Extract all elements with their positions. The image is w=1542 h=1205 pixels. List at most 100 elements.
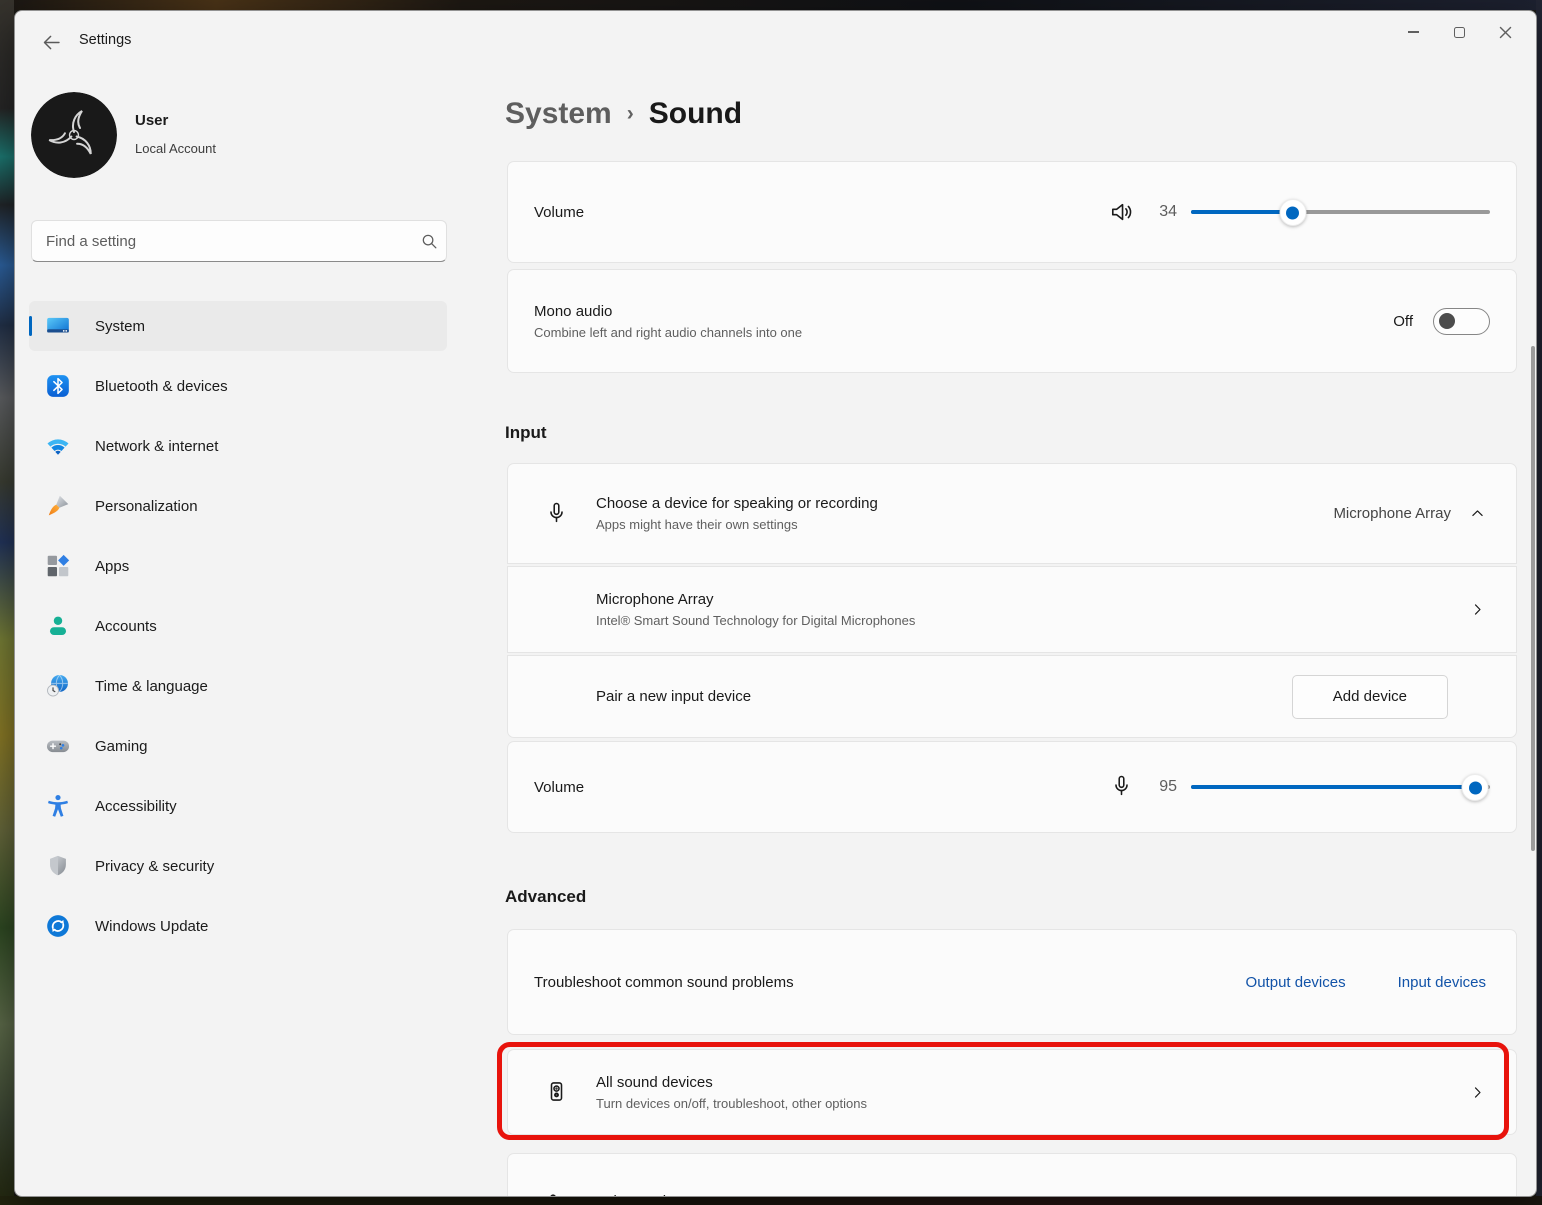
mono-audio-title: Mono audio <box>534 303 802 320</box>
output-volume-value: 34 <box>1151 203 1177 221</box>
selected-input-device-value[interactable]: Microphone Array <box>1333 505 1451 522</box>
all-sound-devices-title: All sound devices <box>596 1074 867 1091</box>
slider-fill <box>1191 210 1293 214</box>
troubleshoot-label: Troubleshoot common sound problems <box>534 974 794 991</box>
sidebar-item-personalization[interactable]: Personalization <box>29 481 447 531</box>
output-volume-row: Volume 34 <box>507 161 1517 263</box>
mono-audio-toggle[interactable] <box>1433 308 1490 335</box>
add-device-button[interactable]: Add device <box>1292 675 1448 719</box>
microphone-array-row[interactable]: Microphone Array Intel® Smart Sound Tech… <box>507 566 1517 653</box>
device-description: Intel® Smart Sound Technology for Digita… <box>596 613 915 628</box>
wifi-icon <box>44 433 71 460</box>
troubleshoot-row: Troubleshoot common sound problems Outpu… <box>507 929 1517 1035</box>
speaker-icon <box>1109 199 1135 225</box>
sidebar-item-label: Time & language <box>95 678 208 695</box>
sidebar-item-time-language[interactable]: Time & language <box>29 661 447 711</box>
input-volume-row: Volume 95 <box>507 741 1517 833</box>
toggle-knob <box>1439 313 1455 329</box>
input-volume-label: Volume <box>534 779 584 796</box>
sidebar-item-windows-update[interactable]: Windows Update <box>29 901 447 951</box>
pair-device-label: Pair a new input device <box>596 688 751 705</box>
sidebar-item-label: System <box>95 318 145 335</box>
advanced-section-header: Advanced <box>505 887 586 907</box>
mono-audio-row: Mono audio Combine left and right audio … <box>507 269 1517 373</box>
breadcrumb-chevron-icon: › <box>627 102 634 126</box>
volume-mixer-row[interactable]: Volume mixer <box>507 1153 1517 1197</box>
breadcrumb-system[interactable]: System <box>505 97 612 131</box>
chevron-right-icon <box>1469 1193 1486 1198</box>
microphone-icon <box>1109 774 1135 800</box>
page-title: Sound <box>649 97 742 131</box>
apps-icon <box>44 553 71 580</box>
sidebar-item-gaming[interactable]: Gaming <box>29 721 447 771</box>
chevron-right-icon <box>1469 1084 1486 1101</box>
chevron-right-icon <box>1469 601 1486 618</box>
window-title: Settings <box>79 32 131 48</box>
search-box[interactable] <box>31 220 447 262</box>
input-devices-link[interactable]: Input devices <box>1398 974 1486 991</box>
user-name: User <box>135 112 168 129</box>
user-account-type: Local Account <box>135 141 216 156</box>
breadcrumb: System › Sound <box>505 97 742 131</box>
mono-audio-subtitle: Combine left and right audio channels in… <box>534 325 802 340</box>
output-volume-label: Volume <box>534 204 584 221</box>
sidebar-item-label: Personalization <box>95 498 198 515</box>
paintbrush-icon <box>44 493 71 520</box>
search-icon <box>412 232 446 251</box>
back-arrow-icon <box>41 32 62 53</box>
sidebar-item-accounts[interactable]: Accounts <box>29 601 447 651</box>
input-section-header: Input <box>505 423 547 443</box>
slider-fill <box>1191 785 1475 789</box>
globe-clock-icon <box>44 673 71 700</box>
update-arrows-icon <box>44 913 71 940</box>
sidebar-item-label: Bluetooth & devices <box>95 378 228 395</box>
all-sound-devices-subtitle: Turn devices on/off, troubleshoot, other… <box>596 1096 867 1111</box>
output-volume-slider[interactable] <box>1191 197 1490 227</box>
avatar[interactable] <box>31 92 117 178</box>
choose-device-title: Choose a device for speaking or recordin… <box>596 495 878 512</box>
sidebar-item-label: Network & internet <box>95 438 218 455</box>
sidebar-item-network-internet[interactable]: Network & internet <box>29 421 447 471</box>
sidebar-item-label: Privacy & security <box>95 858 214 875</box>
volume-mixer-title: Volume mixer <box>596 1193 687 1198</box>
bluetooth-icon <box>44 373 71 400</box>
all-sound-devices-row[interactable]: All sound devices Turn devices on/off, t… <box>507 1049 1517 1135</box>
system-icon <box>44 313 71 340</box>
person-icon <box>44 613 71 640</box>
settings-window: Settings User Local Account <box>14 10 1537 1197</box>
sidebar-item-label: Apps <box>95 558 129 575</box>
desktop-edge-top <box>0 0 1542 10</box>
output-devices-link[interactable]: Output devices <box>1246 974 1346 991</box>
sidebar-item-system[interactable]: System <box>29 301 447 351</box>
sidebar-nav: System Bluetooth & devices Network & int… <box>29 301 449 961</box>
pair-input-device-row: Pair a new input device Add device <box>507 655 1517 738</box>
choose-input-device-row[interactable]: Choose a device for speaking or recordin… <box>507 463 1517 564</box>
mixer-slider-icon <box>544 1188 570 1197</box>
slider-thumb[interactable] <box>1279 199 1306 226</box>
gamepad-icon <box>44 733 71 760</box>
razer-logo-avatar <box>31 92 117 178</box>
search-input[interactable] <box>32 233 412 250</box>
microphone-icon <box>544 501 570 527</box>
mono-audio-toggle-label: Off <box>1393 313 1413 330</box>
sidebar-item-label: Windows Update <box>95 918 208 935</box>
back-button[interactable] <box>37 30 65 54</box>
sidebar-item-bluetooth-devices[interactable]: Bluetooth & devices <box>29 361 447 411</box>
scrollbar-thumb[interactable] <box>1531 346 1535 851</box>
sidebar-item-accessibility[interactable]: Accessibility <box>29 781 447 831</box>
choose-device-subtitle: Apps might have their own settings <box>596 517 878 532</box>
desktop-edge-left <box>0 0 14 1205</box>
sidebar-item-apps[interactable]: Apps <box>29 541 447 591</box>
sidebar-item-label: Accounts <box>95 618 157 635</box>
slider-thumb[interactable] <box>1462 774 1489 801</box>
shield-icon <box>44 853 71 880</box>
device-name: Microphone Array <box>596 591 915 608</box>
accessibility-person-icon <box>44 793 71 820</box>
input-volume-slider[interactable] <box>1191 772 1490 802</box>
desktop-edge-bottom <box>0 1196 1542 1205</box>
chevron-up-icon[interactable] <box>1469 505 1486 522</box>
sidebar-item-privacy-security[interactable]: Privacy & security <box>29 841 447 891</box>
main-content: System › Sound Volume 34 Mono aud <box>491 11 1537 1196</box>
input-volume-value: 95 <box>1151 778 1177 796</box>
sidebar-item-label: Gaming <box>95 738 148 755</box>
